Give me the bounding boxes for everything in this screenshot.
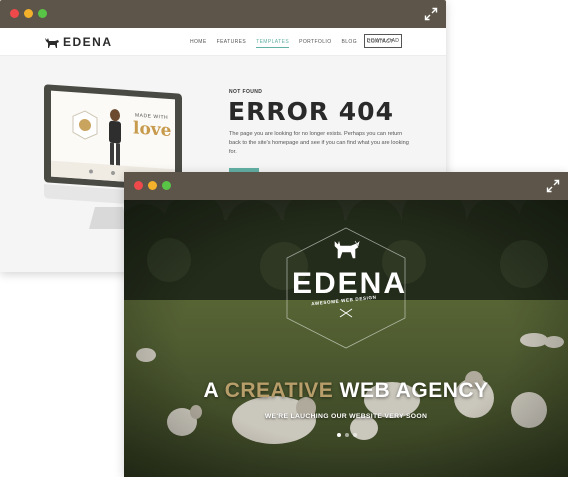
maximize-dot-button[interactable] (38, 9, 47, 18)
not-found-label: NOT FOUND (229, 89, 263, 95)
hero-subheadline: WE'RE LAUCHING OUR WEBSITE VERY SOON (264, 413, 428, 420)
menu-item-home[interactable]: HOME (190, 39, 207, 48)
monitor-stand (89, 207, 129, 229)
error-title: ERROR 404 (228, 97, 394, 126)
menu-item-templates[interactable]: TEMPLATES (256, 39, 290, 48)
maximize-dot-button[interactable] (162, 181, 171, 190)
deer-icon (334, 240, 360, 259)
window-controls (10, 9, 47, 18)
menu-item-features[interactable]: FEATURES (217, 39, 247, 48)
headline-accent: CREATIVE (224, 379, 334, 402)
site-logo-text: EDENA (63, 35, 113, 49)
minimize-dot-button[interactable] (24, 9, 33, 18)
front-window-titlebar (124, 172, 568, 200)
slide-dot-1[interactable] (337, 433, 341, 437)
close-dot-button[interactable] (134, 181, 143, 190)
expand-arrows-icon[interactable] (424, 7, 438, 21)
back-window-titlebar (0, 0, 446, 28)
download-button[interactable]: DOWNLOAD (364, 34, 402, 48)
menu-item-portfolio[interactable]: PORTFOLIO (299, 39, 331, 48)
deer-icon (45, 37, 59, 48)
slide-dot-3[interactable] (353, 433, 357, 437)
hero-brand-logo: EDENA (292, 267, 408, 300)
site-navbar: EDENA HOME FEATURES TEMPLATES PORTFOLIO … (0, 28, 446, 56)
close-dot-button[interactable] (10, 9, 19, 18)
hero-section: EDENA AWESOME WEB DESIGN A CREATIVE WEB … (124, 200, 568, 477)
error-message: The page you are looking for no longer e… (229, 131, 409, 155)
window-controls (134, 181, 171, 190)
monitor-caption-big: love (133, 118, 172, 142)
headline-suffix: WEB AGENCY (333, 379, 489, 402)
slide-dot-2[interactable] (345, 433, 349, 437)
minimize-dot-button[interactable] (148, 181, 157, 190)
slider-pagination (337, 433, 357, 437)
expand-arrows-icon[interactable] (546, 179, 560, 193)
site-logo[interactable]: EDENA (44, 35, 113, 49)
headline-prefix: A (203, 379, 225, 402)
stage: EDENA HOME FEATURES TEMPLATES PORTFOLIO … (0, 0, 568, 477)
front-browser-window: EDENA AWESOME WEB DESIGN A CREATIVE WEB … (124, 172, 568, 477)
hero-headline: A CREATIVE WEB AGENCY (124, 379, 568, 403)
menu-item-blog[interactable]: BLOG (341, 39, 357, 48)
crossed-arrows-icon (339, 308, 353, 318)
